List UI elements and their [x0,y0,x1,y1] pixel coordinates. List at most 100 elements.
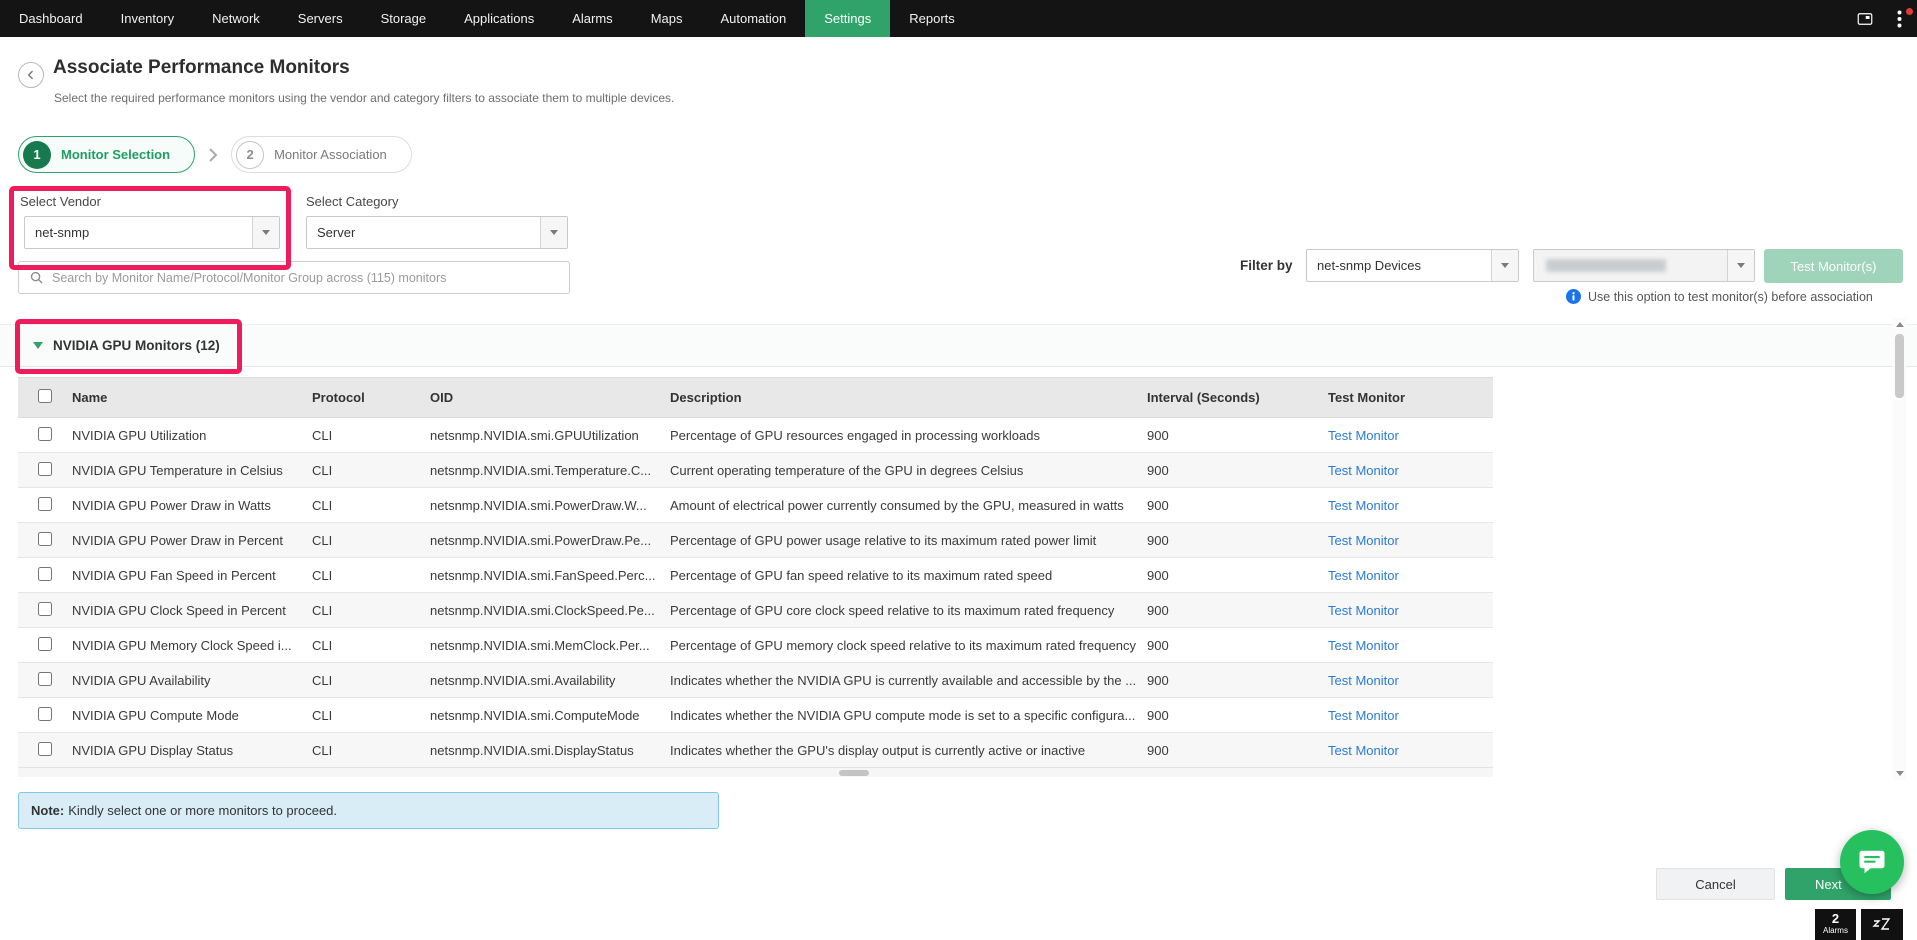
step-monitor-selection[interactable]: 1 Monitor Selection [18,136,196,173]
scroll-down-icon[interactable] [1893,767,1906,780]
monitor-protocol: CLI [312,557,430,593]
monitors-table: Name Protocol OID Description Interval (… [18,377,1493,768]
test-monitor-link[interactable]: Test Monitor [1328,498,1399,513]
search-icon [30,271,43,284]
chat-button[interactable] [1840,830,1904,894]
test-device-dropdown[interactable] [1533,249,1755,282]
table-row[interactable]: NVIDIA GPU Clock Speed in Percent CLI ne… [18,592,1493,628]
nav-item-applications[interactable]: Applications [445,0,553,37]
table-row[interactable]: NVIDIA GPU Compute Mode CLI netsnmp.NVID… [18,697,1493,733]
vendor-dropdown[interactable]: net-snmp [24,216,280,249]
test-monitor-link[interactable]: Test Monitor [1328,743,1399,758]
test-device-chevron-down-icon[interactable] [1727,250,1754,281]
alarm-count-badge[interactable]: 2 Alarms [1815,909,1856,940]
test-monitor-link[interactable]: Test Monitor [1328,708,1399,723]
test-monitor-link[interactable]: Test Monitor [1328,673,1399,688]
monitor-protocol: CLI [312,697,430,733]
scroll-up-icon[interactable] [1893,318,1906,331]
monitor-interval: 900 [1147,557,1328,593]
test-monitor-link[interactable]: Test Monitor [1328,428,1399,443]
nav-item-automation[interactable]: Automation [701,0,805,37]
nav-item-network[interactable]: Network [193,0,279,37]
step-2-label: Monitor Association [274,147,387,162]
table-row[interactable]: NVIDIA GPU Temperature in Celsius CLI ne… [18,452,1493,488]
table-row[interactable]: NVIDIA GPU Display Status CLI netsnmp.NV… [18,732,1493,768]
monitor-name: NVIDIA GPU Utilization [72,417,312,453]
device-filter-chevron-down-icon[interactable] [1491,250,1518,281]
monitor-description: Percentage of GPU core clock speed relat… [670,592,1147,628]
monitor-description: Current operating temperature of the GPU… [670,452,1147,488]
table-horizontal-scrollbar[interactable] [18,767,1493,777]
test-monitor-link[interactable]: Test Monitor [1328,638,1399,653]
nav-item-alarms[interactable]: Alarms [553,0,631,37]
test-monitors-button[interactable]: Test Monitor(s) [1764,249,1903,283]
monitor-interval: 900 [1147,592,1328,628]
kebab-menu-icon[interactable] [1887,7,1913,31]
vertical-scrollbar[interactable] [1893,318,1906,780]
top-nav: Dashboard Inventory Network Servers Stor… [0,0,1917,37]
monitor-description: Percentage of GPU power usage relative t… [670,522,1147,558]
test-hint-text: Use this option to test monitor(s) befor… [1588,289,1873,304]
row-checkbox[interactable] [38,636,52,651]
table-row[interactable]: NVIDIA GPU Availability CLI netsnmp.NVID… [18,662,1493,698]
table-header-row: Name Protocol OID Description Interval (… [18,377,1493,418]
row-checkbox[interactable] [38,671,52,686]
step-monitor-association[interactable]: 2 Monitor Association [231,136,412,173]
test-monitor-link[interactable]: Test Monitor [1328,533,1399,548]
row-checkbox[interactable] [38,566,52,581]
monitor-name: NVIDIA GPU Power Draw in Percent [72,522,312,558]
vscrollbar-thumb[interactable] [1895,334,1904,398]
row-checkbox[interactable] [38,496,52,511]
row-checkbox[interactable] [38,461,52,476]
monitor-group-section[interactable]: NVIDIA GPU Monitors (12) [0,324,1917,367]
monitor-protocol: CLI [312,417,430,453]
table-row[interactable]: NVIDIA GPU Memory Clock Speed i... CLI n… [18,627,1493,663]
row-checkbox[interactable] [38,706,52,721]
vendor-chevron-down-icon[interactable] [252,217,279,248]
select-all-checkbox[interactable] [38,389,52,403]
monitor-interval: 900 [1147,452,1328,488]
row-checkbox[interactable] [38,426,52,441]
monitor-description: Percentage of GPU memory clock speed rel… [670,627,1147,663]
test-monitor-link[interactable]: Test Monitor [1328,463,1399,478]
search-input[interactable] [52,270,569,285]
row-checkbox[interactable] [38,531,52,546]
row-checkbox[interactable] [38,741,52,756]
test-hint: Use this option to test monitor(s) befor… [1566,289,1873,304]
nav-item-maps[interactable]: Maps [632,0,702,37]
table-row[interactable]: NVIDIA GPU Power Draw in Watts CLI netsn… [18,487,1493,523]
nav-item-servers[interactable]: Servers [279,0,362,37]
collapse-triangle-icon[interactable] [33,342,43,349]
category-dropdown[interactable]: Server [306,216,568,249]
category-chevron-down-icon[interactable] [540,217,567,248]
test-monitor-link[interactable]: Test Monitor [1328,603,1399,618]
col-header-name: Name [72,377,312,418]
hscrollbar-thumb[interactable] [839,770,869,776]
nav-item-settings[interactable]: Settings [805,0,891,37]
note-prefix: Note: [31,803,65,818]
col-header-interval: Interval (Seconds) [1147,377,1328,418]
monitor-searchbox[interactable] [18,261,570,294]
nav-item-dashboard[interactable]: Dashboard [0,0,102,37]
monitor-oid: netsnmp.NVIDIA.smi.MemClock.Per... [430,627,670,663]
row-checkbox[interactable] [38,601,52,616]
nav-item-storage[interactable]: Storage [362,0,446,37]
window-icon[interactable] [1853,7,1877,31]
snooze-alarms-badge[interactable] [1861,909,1903,940]
monitor-oid: netsnmp.NVIDIA.smi.PowerDraw.Pe... [430,522,670,558]
alarm-count-label: Alarms [1823,926,1848,935]
device-filter-dropdown[interactable]: net-snmp Devices [1306,249,1519,282]
monitor-description: Amount of electrical power currently con… [670,487,1147,523]
back-button[interactable] [18,62,44,88]
monitor-protocol: CLI [312,452,430,488]
table-row[interactable]: NVIDIA GPU Utilization CLI netsnmp.NVIDI… [18,417,1493,453]
monitor-description: Percentage of GPU resources engaged in p… [670,417,1147,453]
table-row[interactable]: NVIDIA GPU Fan Speed in Percent CLI nets… [18,557,1493,593]
table-row[interactable]: NVIDIA GPU Power Draw in Percent CLI net… [18,522,1493,558]
monitor-oid: netsnmp.NVIDIA.smi.Temperature.C... [430,452,670,488]
cancel-button[interactable]: Cancel [1656,868,1775,900]
nav-item-reports[interactable]: Reports [890,0,974,37]
nav-item-inventory[interactable]: Inventory [102,0,193,37]
monitor-interval: 900 [1147,697,1328,733]
test-monitor-link[interactable]: Test Monitor [1328,568,1399,583]
